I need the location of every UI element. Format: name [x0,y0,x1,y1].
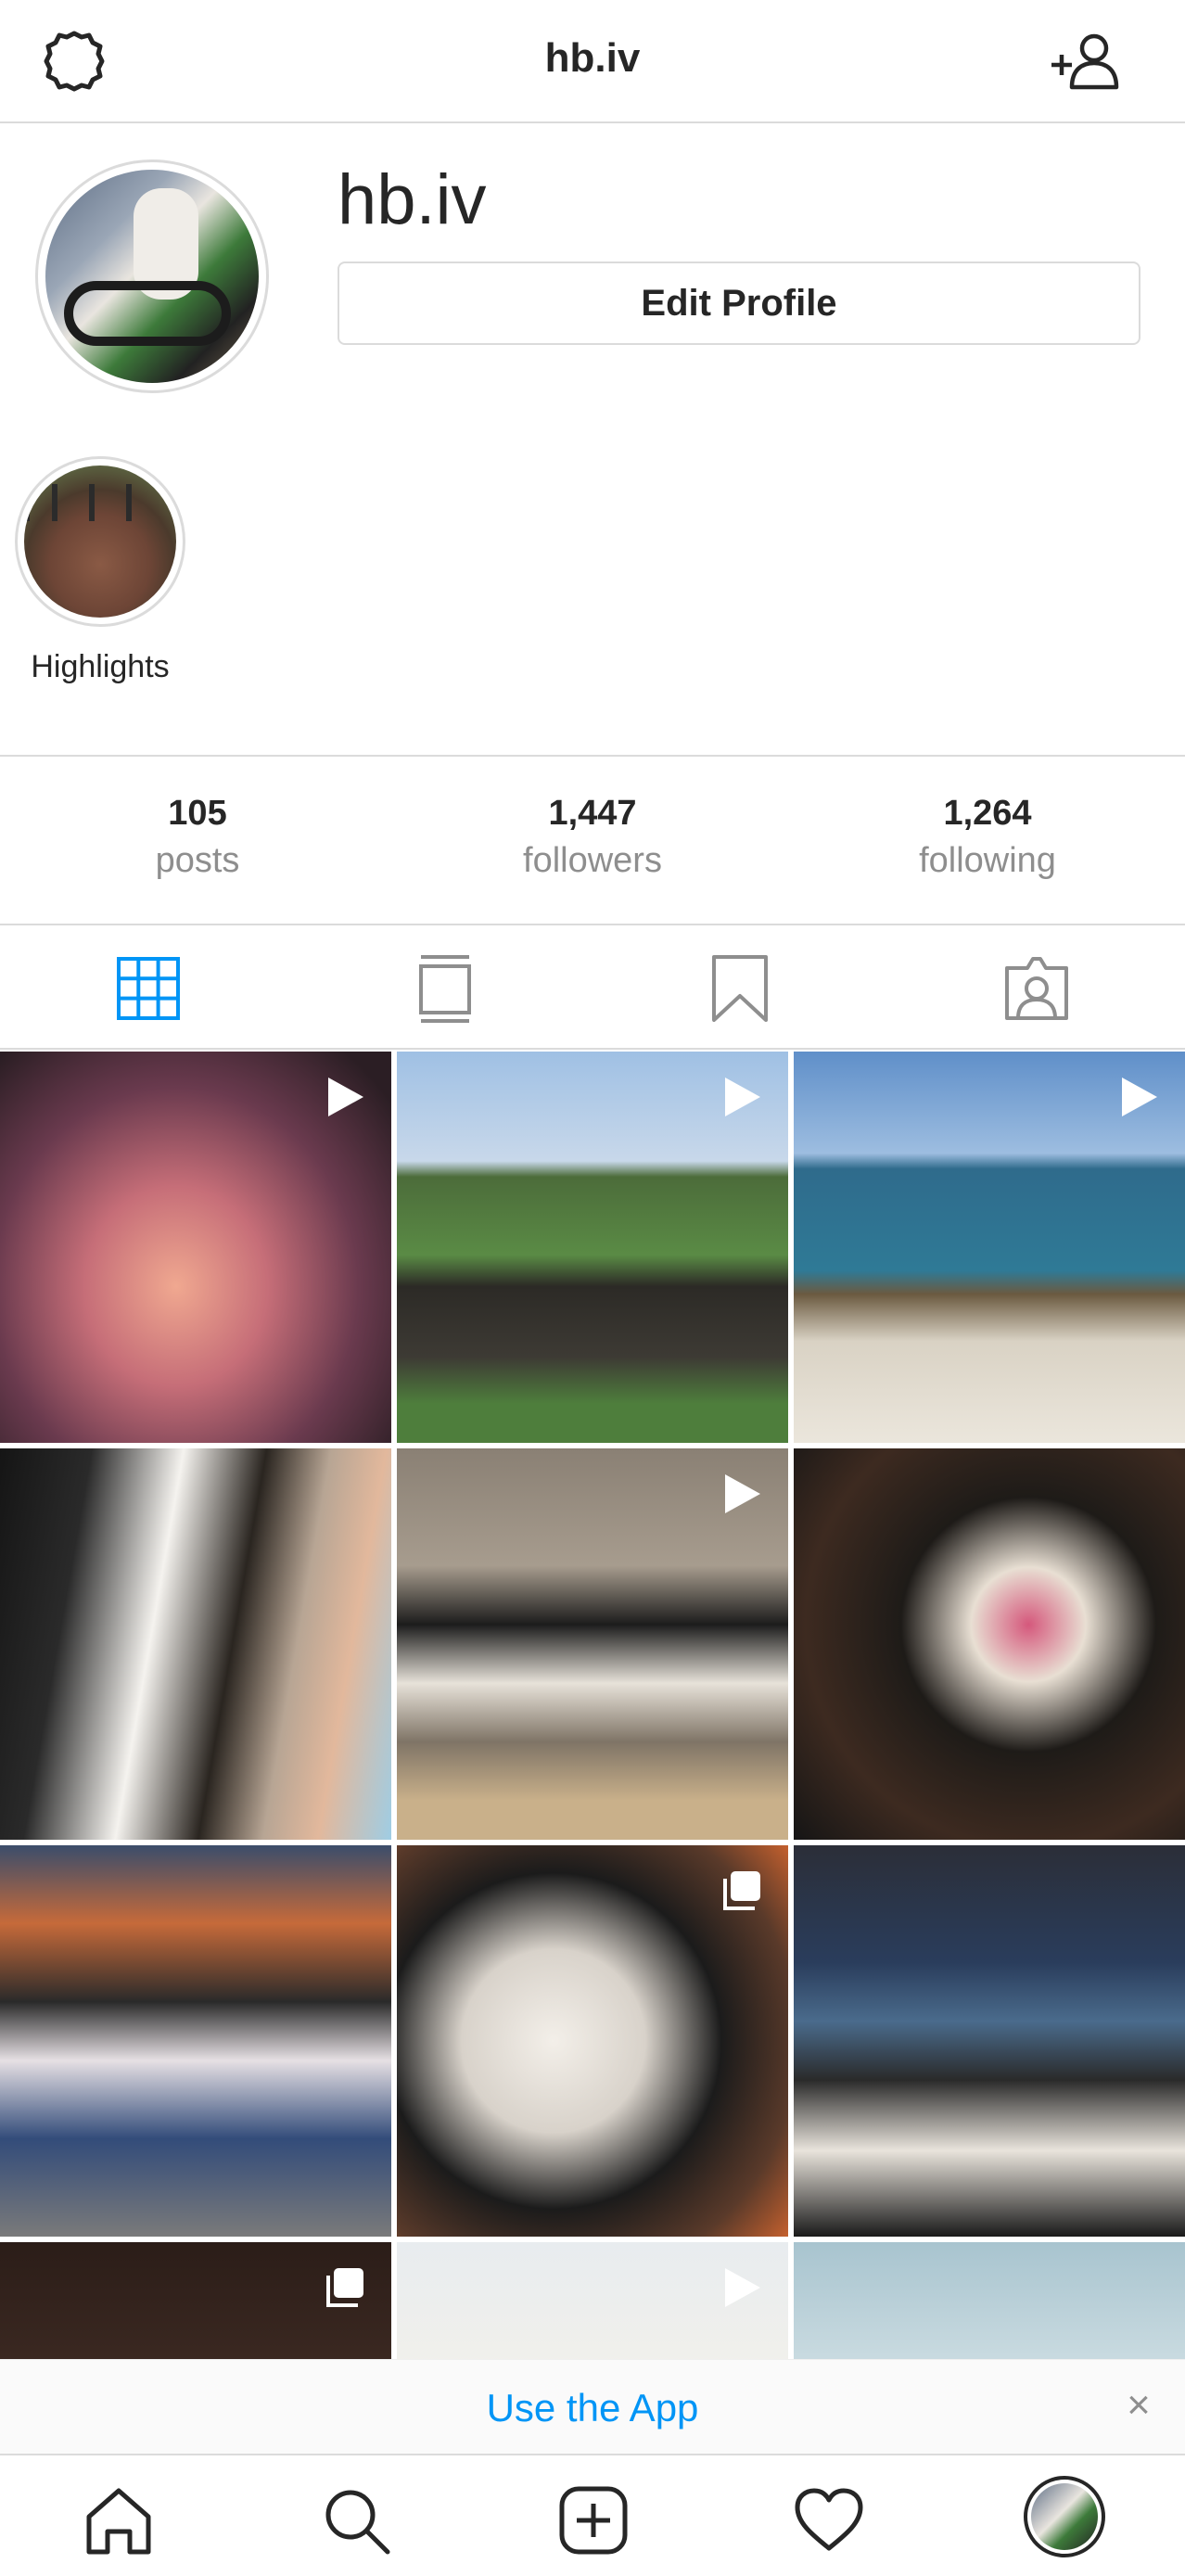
carousel-icon [326,2268,363,2307]
following-label: following [919,841,1056,880]
stat-followers[interactable]: 1,447 followers [395,794,790,881]
video-icon [1122,1078,1157,1116]
followers-label: followers [523,841,662,880]
highlight-item[interactable] [15,456,185,627]
page-title: hb.iv [544,35,641,81]
close-icon[interactable]: × [1120,2382,1157,2429]
video-icon [725,2268,760,2307]
use-app-link[interactable]: Use the App [0,2386,1185,2430]
video-icon [725,1078,760,1116]
posts-grid [0,1052,1185,2359]
add-user-icon[interactable] [1048,32,1122,91]
profile-tabs [0,925,1185,1050]
post-thumbnail[interactable] [0,1448,391,1840]
grid-icon[interactable] [113,953,184,1024]
post-thumbnail[interactable] [794,1845,1185,2237]
search-icon[interactable] [319,2483,393,2557]
post-thumbnail[interactable] [397,2242,788,2359]
post-thumbnail[interactable] [397,1448,788,1840]
carousel-icon [723,1871,760,1910]
highlight-cover [24,465,176,618]
posts-label: posts [155,841,240,880]
new-post-icon[interactable] [556,2483,631,2557]
tagged-icon[interactable] [1001,953,1072,1024]
top-bar: hb.iv [0,0,1185,123]
edit-profile-button[interactable]: Edit Profile [338,261,1140,345]
bookmark-icon[interactable] [705,953,775,1024]
posts-count: 105 [168,794,227,833]
activity-icon[interactable] [792,2483,866,2557]
post-thumbnail[interactable] [794,2242,1185,2359]
home-icon[interactable] [82,2483,156,2557]
following-count: 1,264 [943,794,1032,833]
followers-count: 1,447 [548,794,637,833]
stat-following[interactable]: 1,264 following [790,794,1185,881]
bottom-nav [0,2454,1185,2576]
profile-avatar[interactable] [35,159,269,393]
post-thumbnail[interactable] [794,1448,1185,1840]
profile-username: hb.iv [338,160,487,239]
post-thumbnail[interactable] [397,1845,788,2237]
stat-posts[interactable]: 105 posts [0,794,395,881]
post-thumbnail[interactable] [794,1052,1185,1443]
feed-icon[interactable] [410,953,480,1024]
profile-stats: 105 posts 1,447 followers 1,264 followin… [0,755,1185,925]
profile-tab-avatar[interactable] [1024,2476,1105,2557]
highlight-label: Highlights [31,649,170,684]
use-app-banner[interactable]: Use the App × [0,2359,1185,2454]
post-thumbnail[interactable] [0,2242,391,2359]
video-icon [328,1078,363,1116]
post-thumbnail[interactable] [397,1052,788,1443]
profile-photo [45,170,259,383]
post-thumbnail[interactable] [0,1052,391,1443]
post-thumbnail[interactable] [0,1845,391,2237]
video-icon [725,1474,760,1513]
